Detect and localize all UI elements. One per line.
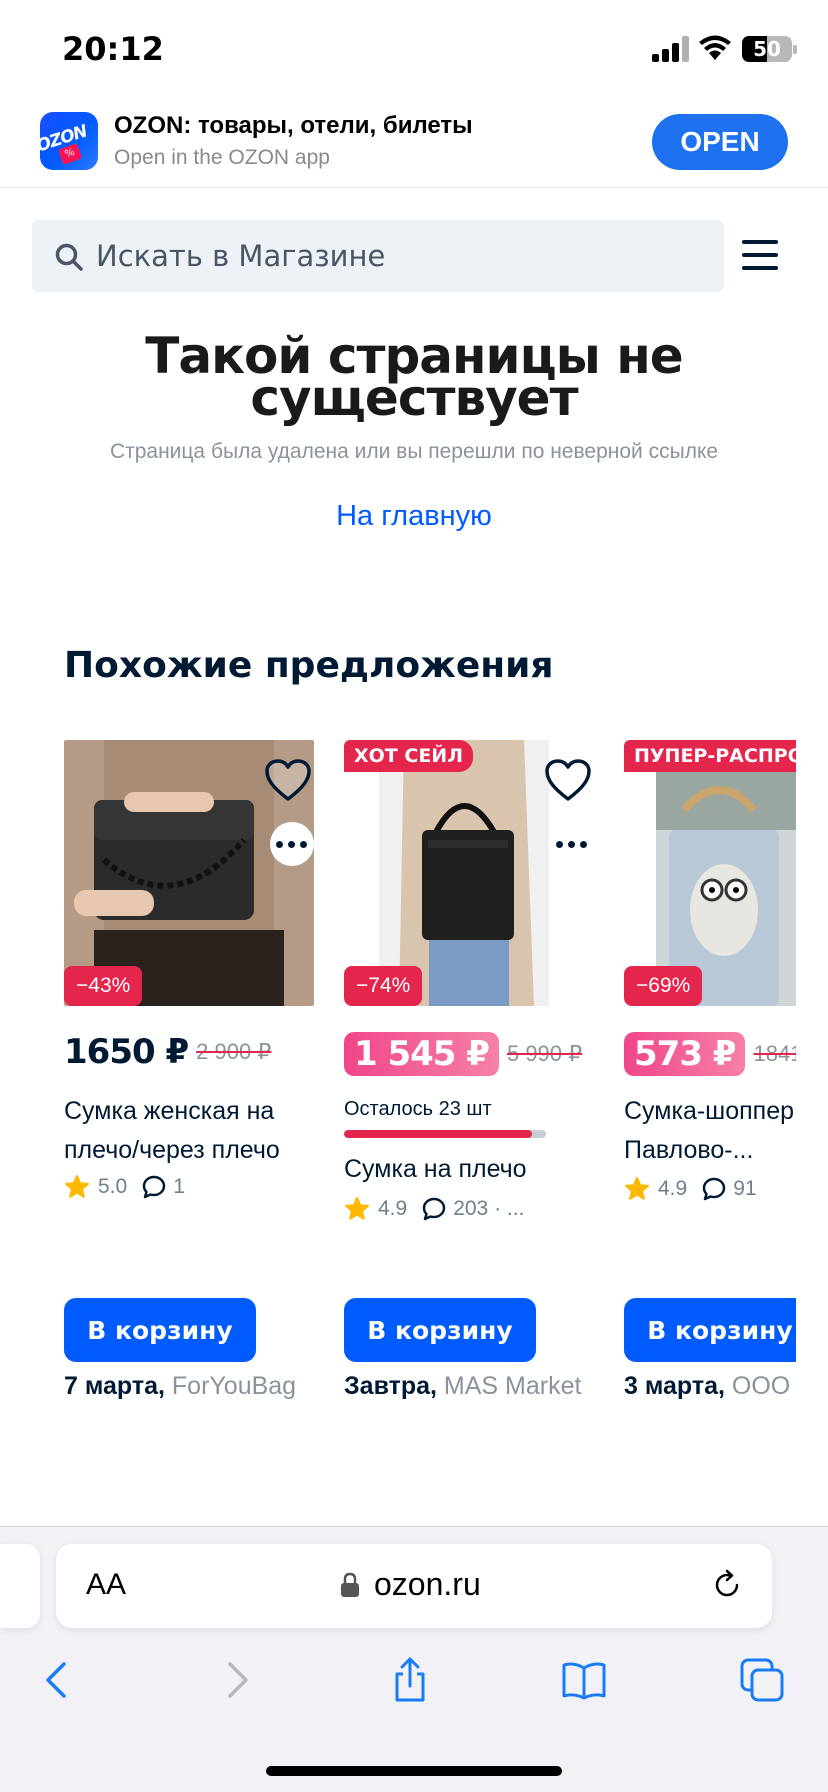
product-name[interactable]: Сумка-шоппер Павлово-...	[624, 1092, 796, 1170]
rating-value: 4.9	[378, 1197, 408, 1220]
ozon-app-icon: OZON %	[40, 112, 98, 170]
promo-badge: ПУПЕР-РАСПРОДАЖА	[624, 740, 796, 772]
heart-icon[interactable]	[264, 758, 312, 804]
promo-badge: ХОТ СЕЙЛ	[344, 740, 473, 772]
reload-icon[interactable]	[710, 1568, 744, 1602]
add-to-cart-button[interactable]: В корзину	[624, 1298, 796, 1362]
stock-label: Осталось 23 шт	[344, 1098, 492, 1120]
product-card[interactable]: ХОТ СЕЙЛ −74% 1 545 ₽ 5 990 ₽ Осталось 23…	[344, 740, 606, 1420]
rating: 4.9 91	[624, 1176, 757, 1206]
page-subtitle: Страница была удалена или вы перешли по …	[109, 440, 719, 463]
stock-progress	[344, 1130, 546, 1138]
signal-icon	[652, 36, 690, 62]
reviews-count: 203 · ...	[453, 1197, 525, 1220]
product-image[interactable]: ПУПЕР-РАСПРОДАЖА −69%	[624, 740, 796, 1006]
home-link[interactable]: На главную	[0, 500, 828, 533]
more-icon[interactable]	[270, 822, 314, 866]
price: 1650 ₽	[64, 1032, 189, 1072]
discount-badge: −74%	[344, 966, 423, 1006]
home-indicator	[266, 1766, 562, 1776]
similar-offers-title: Похожие предложения	[64, 645, 554, 686]
comment-icon	[142, 1175, 166, 1199]
delivery-info: 3 марта, ООО	[624, 1372, 790, 1401]
old-price: 5 990 ₽	[506, 1041, 583, 1066]
tabs-icon[interactable]	[738, 1656, 786, 1704]
lock-icon	[341, 1572, 359, 1597]
search-icon	[55, 243, 83, 271]
old-price: 1841	[753, 1041, 796, 1066]
forward-icon[interactable]	[212, 1656, 260, 1704]
open-app-button[interactable]: OPEN	[652, 114, 788, 170]
rating-value: 4.9	[658, 1177, 688, 1200]
product-image[interactable]: −43%	[64, 740, 314, 1006]
price: 1 545 ₽	[344, 1032, 499, 1076]
discount-badge: −69%	[624, 966, 703, 1006]
app-banner-title: OZON: товары, отели, билеты	[114, 112, 473, 139]
seller-name[interactable]: ООО	[732, 1372, 790, 1400]
add-to-cart-button[interactable]: В корзину	[64, 1298, 256, 1362]
delivery-info: 7 марта, ForYouBag	[64, 1372, 296, 1401]
status-time: 20:12	[62, 30, 164, 68]
wifi-icon	[699, 35, 731, 60]
text-size-label: AA	[86, 1568, 127, 1601]
star-icon	[625, 1177, 649, 1200]
app-banner: OZON % OZON: товары, отели, билеты Open …	[0, 100, 828, 188]
previous-tab-preview[interactable]	[0, 1544, 40, 1628]
product-card[interactable]: ПУПЕР-РАСПРОДАЖА −69% 573 ₽ 1841 Сумка-шо…	[624, 740, 796, 1420]
reviews-count: 1	[173, 1175, 185, 1198]
product-card[interactable]: −43% 1650 ₽ 2 900 ₽ Сумка женская на плеч…	[64, 740, 326, 1420]
star-icon	[65, 1175, 89, 1198]
price-row: 573 ₽ 1841	[624, 1032, 796, 1082]
rating-value: 5.0	[98, 1175, 128, 1198]
seller-name[interactable]: ForYouBag	[172, 1372, 296, 1400]
delivery-info: Завтра, MAS Market	[344, 1372, 581, 1401]
star-icon	[345, 1197, 369, 1220]
stock-progress-fill	[344, 1130, 532, 1138]
menu-icon[interactable]	[740, 238, 780, 272]
status-bar: 20:12 50	[0, 0, 828, 100]
text-size-button[interactable]: AA	[86, 1568, 126, 1602]
product-carousel[interactable]: −43% 1650 ₽ 2 900 ₽ Сумка женская на плеч…	[64, 740, 796, 1420]
address-bar[interactable]: AA ozon.ru	[56, 1544, 772, 1628]
search-bar[interactable]	[32, 220, 724, 292]
heart-icon[interactable]	[544, 758, 592, 804]
seller-name[interactable]: MAS Market	[444, 1372, 582, 1400]
product-image[interactable]: ХОТ СЕЙЛ −74%	[344, 740, 594, 1006]
comment-icon	[422, 1197, 446, 1221]
app-banner-subtitle: Open in the OZON app	[114, 146, 330, 169]
rating: 5.0 1	[64, 1174, 185, 1204]
battery-icon: 50	[742, 36, 792, 62]
back-icon[interactable]	[34, 1656, 82, 1704]
price: 573 ₽	[624, 1032, 746, 1076]
more-icon[interactable]	[550, 822, 594, 866]
price-row: 1 545 ₽ 5 990 ₽	[344, 1032, 582, 1082]
rating: 4.9 203 · ...	[344, 1196, 524, 1226]
old-price: 2 900 ₽	[196, 1039, 272, 1064]
product-name[interactable]: Сумка на плечо	[344, 1150, 606, 1189]
delivery-date: 3 марта,	[624, 1372, 725, 1400]
delivery-date: Завтра,	[344, 1372, 437, 1400]
url-text[interactable]: ozon.ru	[374, 1566, 481, 1603]
search-input[interactable]	[96, 220, 696, 292]
battery-tip	[793, 45, 797, 54]
bookmarks-icon[interactable]	[560, 1656, 608, 1704]
page-title: Такой страницы не существует	[145, 327, 683, 427]
delivery-date: 7 марта,	[64, 1372, 165, 1400]
battery-level: 50	[753, 37, 781, 61]
discount-badge: −43%	[64, 966, 143, 1006]
share-icon[interactable]	[386, 1656, 434, 1704]
price-row: 1650 ₽ 2 900 ₽	[64, 1032, 271, 1082]
reviews-count: 91	[733, 1177, 757, 1200]
comment-icon	[702, 1177, 726, 1201]
product-name[interactable]: Сумка женская на плечо/через плечо	[64, 1092, 326, 1170]
add-to-cart-button[interactable]: В корзину	[344, 1298, 536, 1362]
